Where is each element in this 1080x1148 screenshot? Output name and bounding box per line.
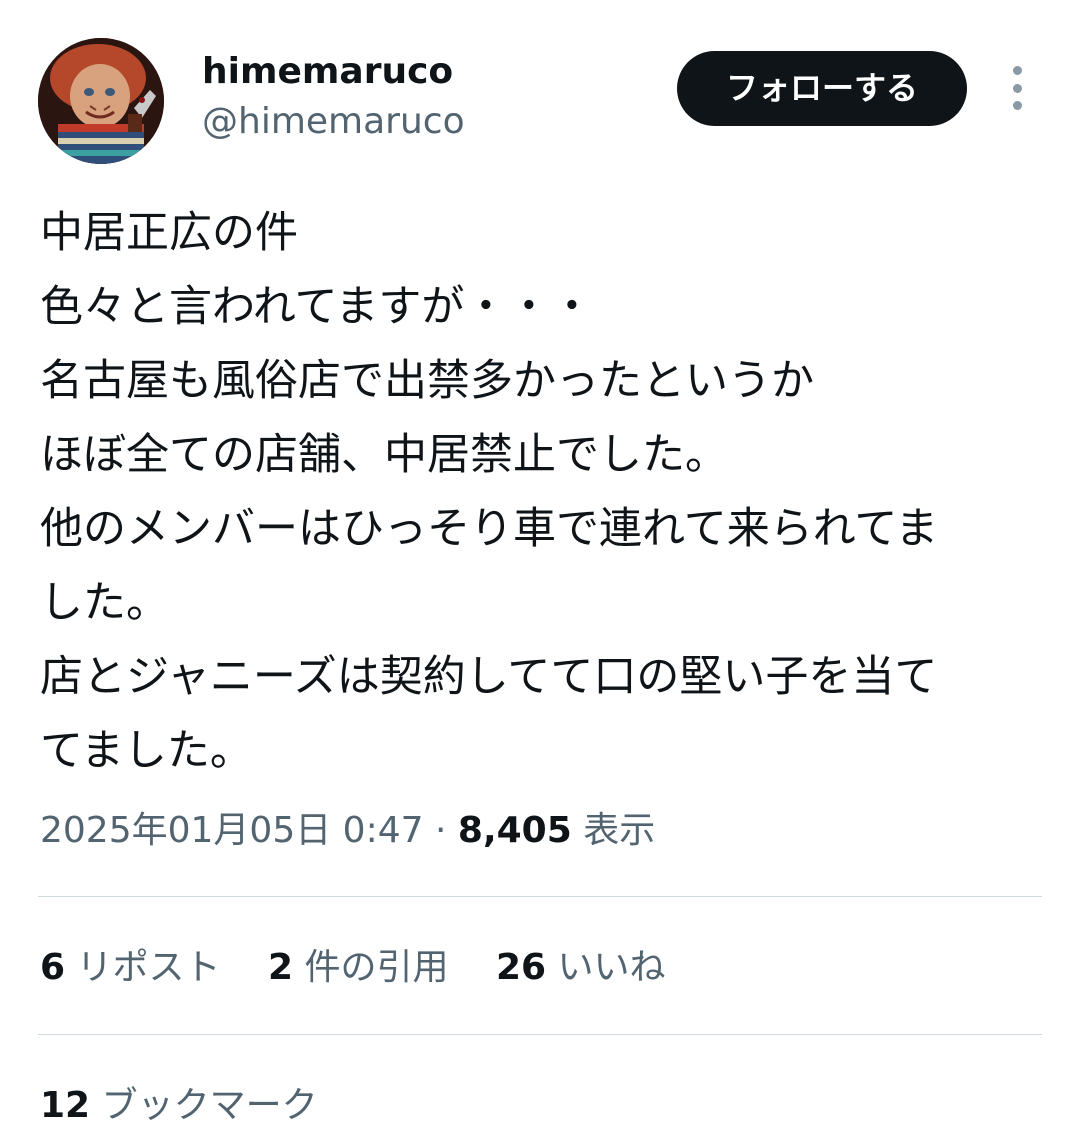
engagement-stats: 6 リポスト 2 件の引用 26 いいね — [40, 942, 702, 994]
tweet-text-line: てました。 — [40, 726, 253, 776]
tweet-text-line: した。 — [40, 578, 169, 628]
tweet-text-line: 店とジャニーズは契約してて口の堅い子を当て — [40, 652, 938, 702]
display-name[interactable]: himemaruco — [202, 50, 453, 94]
tweet-text-line: ほぼ全ての店舗、中居禁止でした。 — [40, 430, 728, 480]
reposts-count: 6 — [40, 947, 66, 988]
avatar-image — [38, 38, 164, 164]
likes-stat[interactable]: 26 いいね — [496, 942, 666, 994]
views-label: 表示 — [583, 810, 656, 851]
tweet-text-line: 色々と言われてますが・・・ — [40, 282, 594, 332]
bookmarks-label: ブックマーク — [101, 1085, 318, 1126]
likes-count: 26 — [495, 947, 547, 988]
reposts-stat[interactable]: 6 リポスト — [40, 942, 221, 994]
avatar[interactable] — [38, 38, 164, 164]
more-dot — [1012, 101, 1022, 110]
bookmarks-count: 12 — [40, 1085, 91, 1126]
more-dot — [1012, 66, 1022, 75]
more-dot — [1012, 83, 1022, 93]
follow-button[interactable]: フォローする — [677, 51, 967, 126]
quotes-stat[interactable]: 2 件の引用 — [268, 942, 449, 994]
tweet-text-line: 中居正広の件 — [40, 208, 298, 258]
views-count: 8,405 — [457, 810, 572, 851]
tweet-text-line: 名古屋も風俗店で出禁多かったというか — [40, 356, 814, 406]
bookmarks-stat[interactable]: 12 ブックマーク — [40, 1080, 318, 1132]
divider — [38, 1034, 1042, 1035]
reposts-label: リポスト — [76, 947, 221, 988]
quotes-count: 2 — [267, 947, 294, 988]
tweet-meta: 2025年01月05日 0:47 · 8,405 表示 — [40, 806, 655, 856]
more-vertical-icon[interactable] — [1000, 66, 1034, 110]
tweet-text-line: 他のメンバーはひっそり車で連れて来られてま — [40, 504, 939, 554]
divider — [38, 896, 1042, 897]
likes-label: いいね — [557, 947, 666, 988]
meta-separator: · — [434, 810, 447, 851]
user-handle[interactable]: @himemaruco — [202, 100, 465, 144]
tweet-text: 中居正広の件 色々と言われてますが・・・ 名古屋も風俗店で出禁多かったというか … — [40, 196, 1050, 788]
quotes-label: 件の引用 — [304, 947, 449, 988]
tweet-detail: himemaruco @himemaruco フォローする 中居正広の件 色々と… — [0, 0, 1080, 1148]
timestamp[interactable]: 2025年01月05日 0:47 — [40, 810, 424, 851]
bookmark-stats: 12 ブックマーク — [40, 1080, 354, 1132]
